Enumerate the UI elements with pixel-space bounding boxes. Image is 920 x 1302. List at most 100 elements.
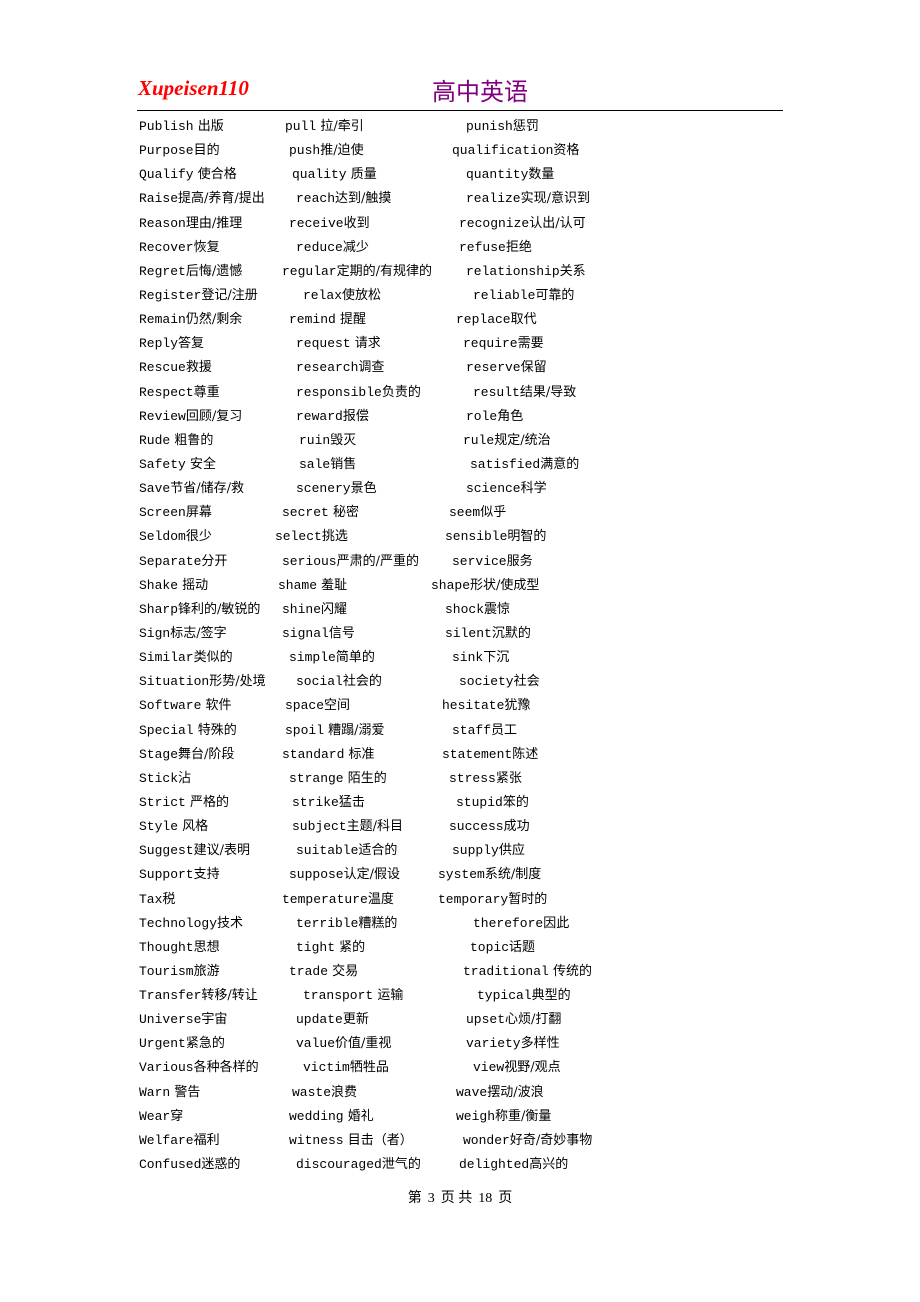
chinese-meaning: 传统的 (548, 963, 592, 979)
english-word: remind (289, 312, 336, 328)
vocabulary-entry: research调查 (296, 358, 384, 378)
vocabulary-entry: shape形状/使成型 (431, 576, 539, 596)
chinese-meaning: 福利 (193, 1132, 220, 1148)
english-word: Rude (139, 432, 171, 448)
vocabulary-entry: quantity数量 (466, 165, 554, 185)
vocabulary-entry: silent沉默的 (445, 624, 531, 644)
chinese-meaning: 科学 (520, 481, 547, 497)
english-word: responsible (296, 384, 382, 400)
header-author: Xupeisen110 (138, 76, 249, 100)
footer-current-page: 3 (427, 1191, 435, 1206)
english-word: value (296, 1036, 336, 1052)
english-word: sink (452, 650, 484, 666)
english-word: suitable (296, 843, 359, 859)
english-word: temporary (438, 891, 509, 907)
english-word: upset (466, 1012, 506, 1028)
chinese-meaning: 秘密 (328, 505, 359, 521)
english-word: topic (470, 939, 510, 955)
chinese-meaning: 取代 (510, 312, 537, 328)
chinese-meaning: 使合格 (193, 167, 237, 183)
english-word: sensible (445, 529, 508, 545)
vocabulary-row: Tourism旅游 trade 交易 traditional 传统的 (0, 962, 920, 986)
chinese-meaning: 理由/推理 (185, 215, 243, 231)
english-word: refuse (459, 239, 506, 255)
chinese-meaning: 恢复 (193, 239, 220, 255)
vocabulary-entry: success成功 (449, 817, 530, 837)
english-word: Safety (139, 456, 186, 472)
vocabulary-entry: strike猛击 (292, 793, 365, 813)
vocabulary-entry: Stick沾 (139, 769, 191, 789)
english-word: shape (431, 577, 471, 593)
english-word: Rescue (139, 360, 186, 376)
vocabulary-entry: Tax税 (139, 890, 175, 910)
vocabulary-entry: Special 特殊的 (139, 721, 237, 741)
vocabulary-row: Wear穿 wedding 婚礼 weigh称重/衡量 (0, 1107, 920, 1131)
chinese-meaning: 特殊的 (193, 722, 237, 738)
vocabulary-entry: shame 羞耻 (278, 576, 347, 596)
vocabulary-entry: Urgent紧急的 (139, 1034, 225, 1054)
vocabulary-entry: responsible负责的 (296, 383, 421, 403)
chinese-meaning: 关系 (559, 263, 586, 279)
chinese-meaning: 定期的/有规律的 (336, 263, 432, 279)
vocabulary-row: Seldom很少 select挑选 sensible明智的 (0, 527, 920, 551)
vocabulary-entry: remind 提醒 (289, 310, 366, 330)
vocabulary-entry: role角色 (466, 407, 523, 427)
english-word: Register (139, 287, 202, 303)
english-word: subject (292, 819, 347, 835)
english-word: Urgent (139, 1036, 186, 1052)
english-word: Review (139, 408, 186, 424)
english-word: result (473, 384, 520, 400)
vocabulary-entry: stress紧张 (449, 769, 522, 789)
vocabulary-entry: secret 秘密 (282, 503, 359, 523)
chinese-meaning: 保留 (520, 360, 547, 376)
chinese-meaning: 典型的 (531, 988, 571, 1004)
english-word: wedding (289, 1108, 344, 1124)
vocabulary-entry: Strict 严格的 (139, 793, 229, 813)
chinese-meaning: 穿 (170, 1108, 184, 1124)
vocabulary-entry: Safety 安全 (139, 455, 216, 475)
chinese-meaning: 暂时的 (508, 891, 548, 907)
chinese-meaning: 泄气的 (381, 1157, 421, 1173)
english-word: satisfied (470, 456, 541, 472)
chinese-meaning: 标志/签字 (170, 625, 227, 641)
chinese-meaning: 视野/观点 (504, 1060, 561, 1076)
vocabulary-entry: Screen屏幕 (139, 503, 212, 523)
english-word: Universe (139, 1012, 202, 1028)
vocabulary-entry: view视野/观点 (473, 1058, 561, 1078)
english-word: Situation (139, 674, 210, 690)
vocabulary-row: Similar类似的 simple简单的 sink下沉 (0, 648, 920, 672)
footer-middle: 页 共 (440, 1191, 473, 1206)
vocabulary-entry: victim牺牲品 (303, 1058, 389, 1078)
vocabulary-row: Regret后悔/遗憾 regular定期的/有规律的 relationship关系 (0, 262, 920, 286)
page-footer: 第3 页 共 18 页 (0, 1187, 920, 1207)
chinese-meaning: 软件 (201, 698, 232, 714)
header-divider (137, 110, 783, 111)
chinese-meaning: 毁灭 (330, 432, 357, 448)
chinese-meaning: 糟蹋/溺爱 (324, 722, 385, 738)
chinese-meaning: 使放松 (342, 287, 382, 303)
vocabulary-entry: Software 软件 (139, 696, 232, 716)
vocabulary-entry: witness 目击（者） (289, 1131, 413, 1151)
vocabulary-entry: Stage舞台/阶段 (139, 745, 234, 765)
english-word: Reply (139, 336, 179, 352)
chinese-meaning: 形势/处境 (209, 674, 266, 690)
english-word: Purpose (139, 143, 194, 159)
vocabulary-entry: Support支持 (139, 865, 220, 885)
footer-suffix: 页 (498, 1191, 513, 1206)
english-word: realize (466, 191, 521, 207)
english-word: request (296, 336, 351, 352)
chinese-meaning: 沉默的 (491, 625, 531, 641)
vocabulary-entry: sink下沉 (452, 648, 509, 668)
chinese-meaning: 惩罚 (512, 119, 539, 134)
vocabulary-row: Universe宇宙 update更新 upset心烦/打翻 (0, 1010, 920, 1034)
vocabulary-entry: rule规定/统治 (463, 431, 551, 451)
vocabulary-entry: receive收到 (289, 214, 370, 234)
english-word: Confused (139, 1157, 202, 1173)
vocabulary-entry: Reply答复 (139, 334, 204, 354)
english-word: Sign (139, 625, 171, 641)
vocabulary-entry: Thought思想 (139, 938, 220, 958)
vocabulary-row: Thought思想 tight 紧的 topic话题 (0, 938, 920, 962)
chinese-meaning: 运输 (373, 988, 404, 1004)
vocabulary-entry: Various各种各样的 (139, 1058, 259, 1078)
chinese-meaning: 摇动 (178, 577, 209, 593)
